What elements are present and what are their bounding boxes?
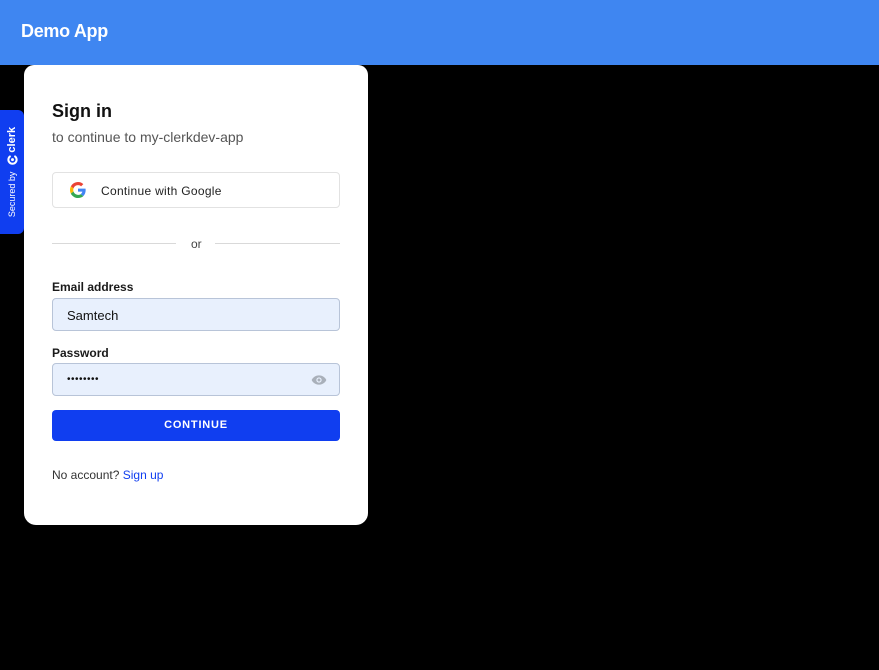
clerk-logo: clerk — [6, 127, 18, 166]
password-value: •••••••• — [67, 374, 100, 385]
continue-button[interactable]: CONTINUE — [52, 410, 340, 441]
clerk-brand-text: clerk — [6, 126, 18, 153]
password-field[interactable]: •••••••• — [52, 363, 340, 396]
app-header: Demo App — [0, 0, 879, 65]
divider-left — [52, 243, 176, 244]
continue-with-google-button[interactable]: Continue with Google — [52, 172, 340, 208]
password-label: Password — [52, 346, 109, 360]
clerk-logo-icon — [6, 155, 18, 166]
email-label: Email address — [52, 280, 134, 294]
no-account-text: No account? — [52, 468, 120, 482]
sign-in-card: Sign in to continue to my-clerkdev-app C… — [24, 65, 368, 525]
app-title: Demo App — [21, 21, 108, 41]
email-value: Samtech — [67, 308, 119, 323]
divider-right — [215, 243, 340, 244]
divider-or-text: or — [191, 237, 202, 251]
sign-up-link[interactable]: Sign up — [123, 468, 164, 482]
google-icon — [70, 182, 86, 198]
secured-by-text: Secured by — [7, 171, 17, 218]
sign-in-subtitle: to continue to my-clerkdev-app — [52, 129, 244, 145]
email-field[interactable]: Samtech — [52, 298, 340, 331]
eye-icon[interactable] — [311, 374, 327, 386]
sign-in-title: Sign in — [52, 101, 112, 121]
clerk-badge-content: Secured by clerk — [6, 127, 18, 217]
no-account-line: No account? Sign up — [52, 468, 163, 482]
secured-by-clerk-badge[interactable]: Secured by clerk — [0, 110, 24, 234]
google-button-label: Continue with Google — [101, 184, 222, 198]
